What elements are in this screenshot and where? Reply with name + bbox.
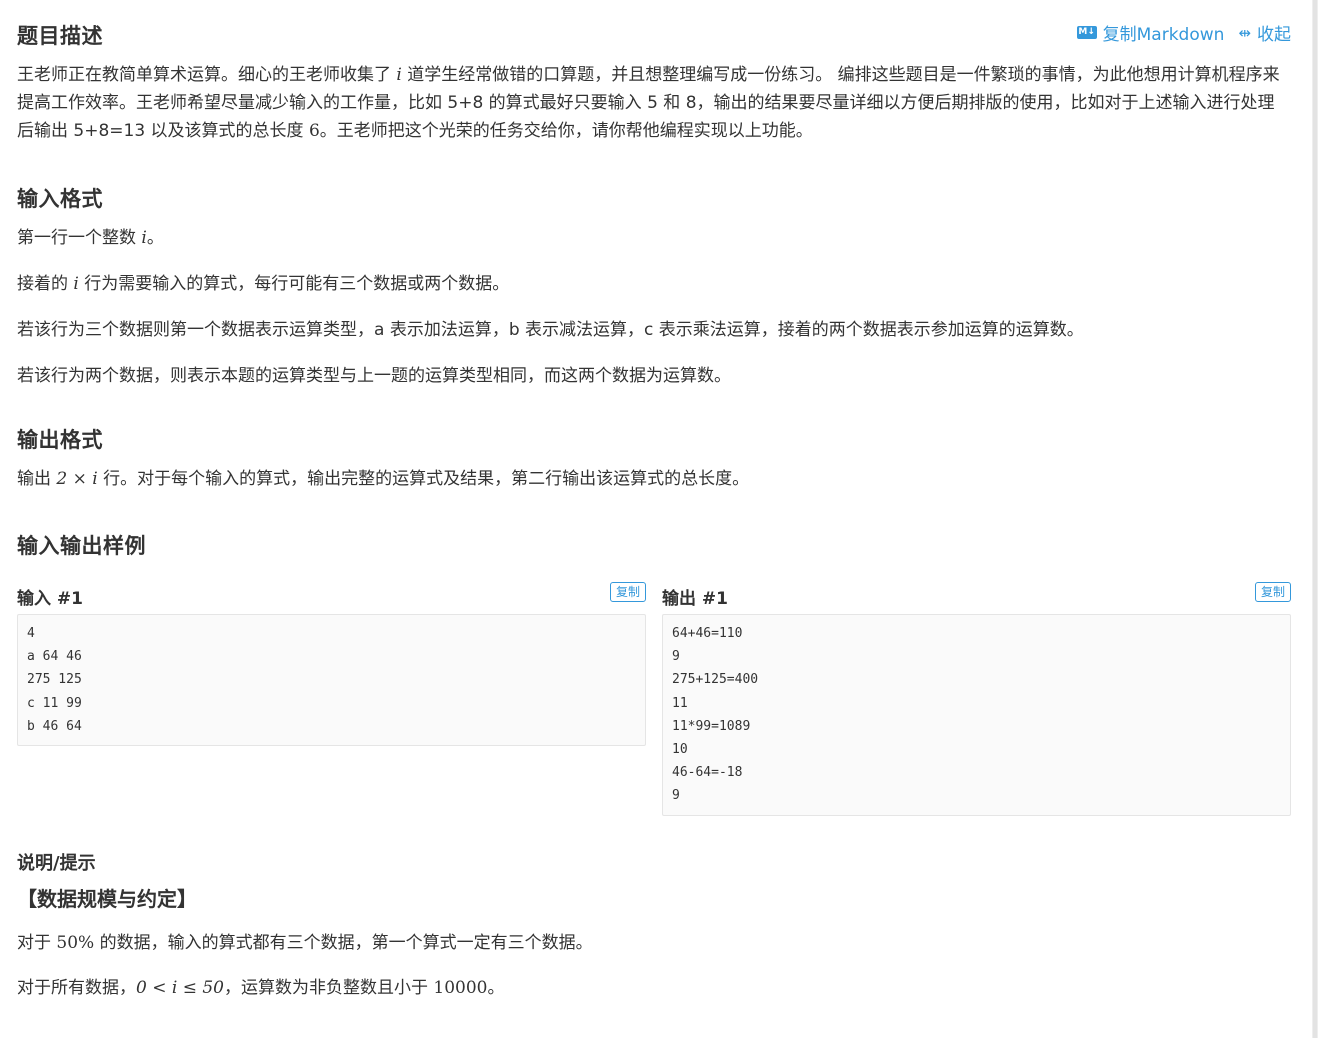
output-format-title: 输出格式	[17, 428, 103, 452]
description-title: 题目描述	[17, 24, 103, 48]
code-line: 275+125=400	[672, 672, 759, 688]
sample-input-label: 输入 #1	[17, 589, 83, 609]
description-actions: M↓ 复制Markdown ⇹ 收起	[1076, 20, 1291, 46]
code-line: 46-64=-18	[672, 765, 743, 781]
scrollbar-thumb[interactable]	[1313, 0, 1317, 1038]
input-format-p4: 若该行为两个数据，则表示本题的运算类型与上一题的运算类型相同，而这两个数据为运算…	[17, 366, 731, 386]
math-fifty-percent: 50%	[56, 933, 95, 953]
collapse-icon: ⇹	[1238, 23, 1251, 42]
output-format-p1: 输出 2 × i 行。对于每个输入的算式，输出完整的运算式及结果，第二行输出该运…	[17, 469, 750, 489]
collapse-button[interactable]: ⇹ 收起	[1238, 20, 1291, 46]
hint-subtitle: 【数据规模与约定】	[17, 887, 197, 911]
markdown-icon: M↓	[1076, 26, 1097, 39]
copy-output-button[interactable]: 复制	[1254, 582, 1291, 602]
copy-markdown-button[interactable]: M↓ 复制Markdown	[1076, 20, 1225, 45]
copy-input-button[interactable]: 复制	[609, 582, 646, 602]
input-format-p3: 若该行为三个数据则第一个数据表示运算类型，a 表示加法运算，b 表示减法运算，c…	[17, 320, 1084, 340]
sample-input: 输入 #1 复制 4 a 64 46 275 125 c 11 99 b 46 64	[17, 580, 646, 747]
samples-title: 输入输出样例	[17, 534, 146, 558]
sample-output: 输出 #1 复制 64+46=110 9 275+125=400 11 11*99=10…	[662, 580, 1291, 816]
page-scrollbar[interactable]	[1312, 0, 1318, 1038]
hint-title: 说明/提示	[17, 853, 96, 874]
input-format-title: 输入格式	[17, 187, 103, 211]
math-ten-thousand: 10000	[433, 978, 488, 998]
code-line: 11*99=1089	[672, 718, 751, 734]
collapse-label: 收起	[1257, 25, 1291, 45]
code-line: 10	[672, 742, 688, 758]
code-line: 9	[672, 788, 680, 804]
code-line: 9	[672, 649, 680, 665]
hint-p2: 对于所有数据，0 < i ≤ 50，运算数为非负整数且小于 10000。	[17, 978, 505, 998]
code-line: b 46 64	[27, 718, 82, 734]
code-line: 275 125	[27, 672, 82, 688]
samples-area: 输入 #1 复制 4 a 64 46 275 125 c 11 99 b 46 64 输…	[17, 580, 1291, 820]
copy-markdown-label: 复制Markdown	[1102, 25, 1225, 45]
math-i: i	[396, 65, 402, 85]
sample-output-label: 输出 #1	[662, 589, 728, 609]
input-format-p2: 接着的 i 行为需要输入的算式，每行可能有三个数据或两个数据。	[17, 274, 510, 294]
code-line: 4	[27, 626, 35, 641]
math-range: 0 < i ≤ 50	[136, 978, 224, 998]
sample-input-code: 4 a 64 46 275 125 c 11 99 b 46 64	[17, 614, 646, 747]
math-2xi: 2 × i	[56, 469, 98, 489]
problem-page: 题目描述 M↓ 复制Markdown ⇹ 收起 王老师正在教简单算术运算。细心的…	[0, 0, 1312, 1038]
sample-output-code: 64+46=110 9 275+125=400 11 11*99=1089 10 46-64…	[662, 614, 1291, 816]
code-line: 11	[672, 695, 688, 711]
code-line: 64+46=110	[672, 626, 743, 641]
math-six: 6	[308, 121, 320, 141]
description-text: 王老师正在教简单算术运算。细心的王老师收集了 i 道学生经常做错的口算题，并且想…	[17, 65, 1280, 141]
code-line: a 64 46	[27, 649, 82, 665]
input-format-p1: 第一行一个整数 i。	[17, 228, 164, 248]
hint-p1: 对于 50% 的数据，输入的算式都有三个数据，第一个算式一定有三个数据。	[17, 933, 593, 953]
code-line: c 11 99	[27, 695, 82, 711]
